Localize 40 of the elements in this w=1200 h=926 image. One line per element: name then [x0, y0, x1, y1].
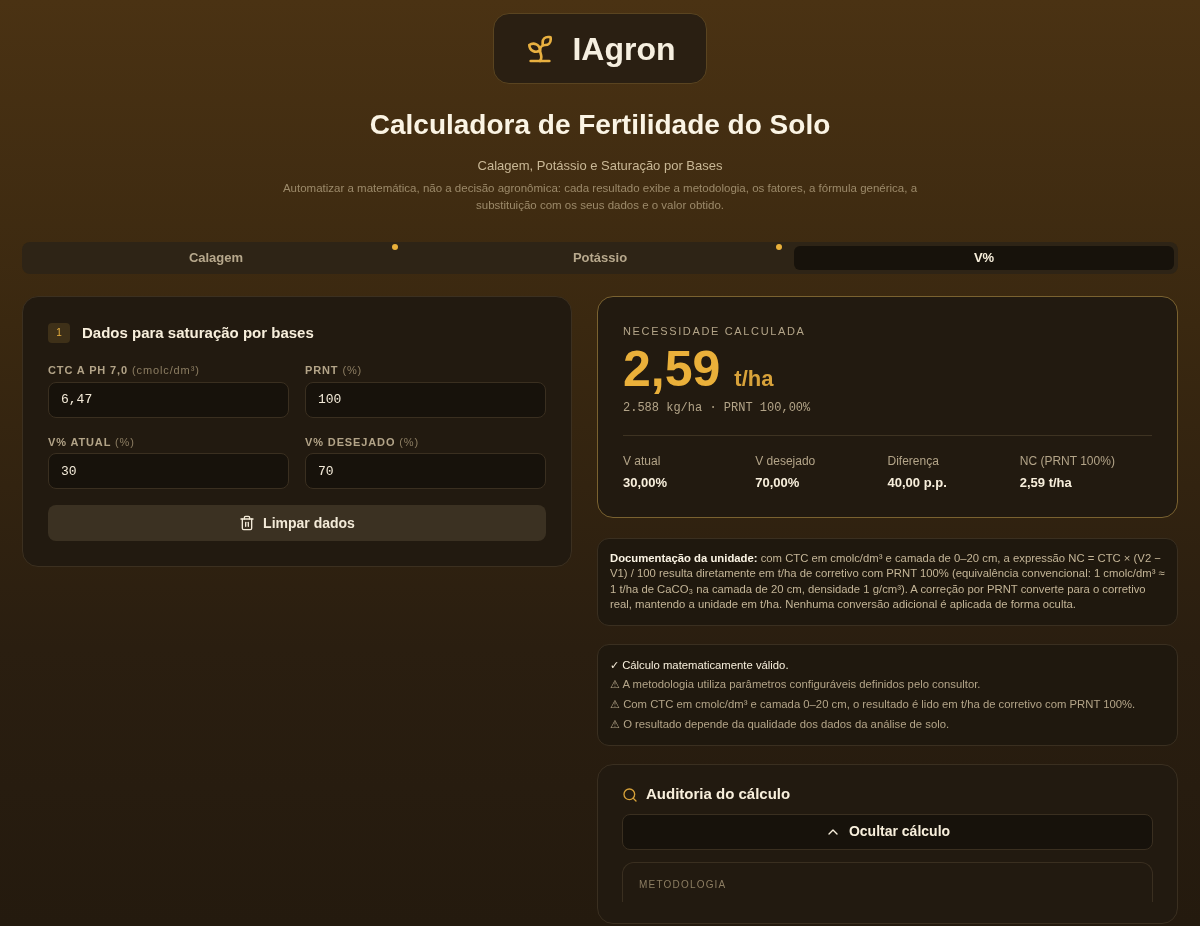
card-title: Dados para saturação por bases — [82, 322, 314, 343]
stat-value: 30,00% — [623, 474, 669, 492]
field-label: V% DESEJADO (%) — [305, 434, 421, 450]
result-detail: 2.588 kg/ha · PRNT 100,00% — [623, 400, 812, 417]
result-unit: t/ha — [734, 365, 774, 393]
field-label: PRNT (%) — [305, 363, 364, 378]
input-field[interactable]: 100 — [305, 381, 546, 418]
page-title: Calculadora de Fertilidade do Solo — [369, 108, 831, 142]
stat-label: Diferença — [887, 453, 940, 470]
input-field[interactable]: 30 — [48, 453, 289, 489]
stat-label: V atual — [623, 453, 662, 470]
unit-note: Documentação da unidade: com CTC em cmolc/dm³ e camada de 0–20 cm, a expressão NC = CTC × (V2 − V1) / 100 resulta diretamente em t/ha de corretivo com PRNT 100% (equivalência convencional: 1 cmolc/dm³ ≈ 1 t/ha de CaCO₃ na camada de 20 cm, densidade 1 g/cm³). A correção por PRNT converte para o corretivo real, mantendo a unidade em t/ha. Nenhuma conversão adicional é aplicada de forma oculta. — [597, 537, 1178, 626]
warning-message: ⚠ O resultado depende da qualidade dos dados da análise de solo. — [610, 717, 951, 733]
page-description: Automatizar a matemática, não a decisão agronômica: cada resultado exibe a metodologia, os fatores, a fórmula genérica, a substituição com os seus dados e o valor obtido. — [281, 180, 919, 213]
field-label: V% ATUAL (%) — [48, 434, 136, 450]
input-field[interactable]: 6,47 — [48, 381, 289, 418]
warning-message: ⚠ Com CTC em cmolc/dm³ e camada 0–20 cm, o resultado é lido em t/ha de corretivo com PRNT 100%. — [610, 697, 1137, 713]
result-value: 2,59 — [623, 341, 721, 397]
stat-label: V desejado — [755, 453, 817, 470]
success-message: ✓ Cálculo matematicamente válido. — [610, 657, 790, 673]
trash-icon — [239, 515, 256, 531]
field-label: CTC A PH 7,0 (cmolc/dm³) — [48, 363, 201, 378]
step-badge: 1 — [48, 322, 70, 343]
warning-message: ⚠ A metodologia utiliza parâmetros configuráveis definidos pelo consultor. — [610, 677, 982, 693]
tab[interactable]: Potássio — [410, 245, 790, 270]
stat-label: NC (PRNT 100%) — [1019, 453, 1116, 470]
page-subtitle: Calagem, Potássio e Saturação por Bases — [477, 157, 723, 175]
stat-value: 2,59 t/ha — [1019, 474, 1073, 492]
clear-button[interactable]: Limpar dados — [48, 505, 546, 541]
stat-value: 40,00 p.p. — [887, 474, 948, 492]
section-label: METODOLOGIA — [639, 878, 727, 890]
toggle-button[interactable]: Ocultar cálculo — [622, 813, 1153, 850]
search-icon — [622, 786, 638, 803]
tab[interactable]: Calagem — [26, 245, 406, 270]
result-label: NECESSIDADE CALCULADA — [623, 323, 807, 339]
audit-title: Auditoria do cálculo — [646, 784, 791, 805]
stat-value: 70,00% — [755, 474, 801, 492]
input-field[interactable]: 70 — [305, 453, 546, 489]
tab[interactable]: V% — [794, 245, 1174, 270]
brand-name: IAgron — [572, 29, 676, 69]
